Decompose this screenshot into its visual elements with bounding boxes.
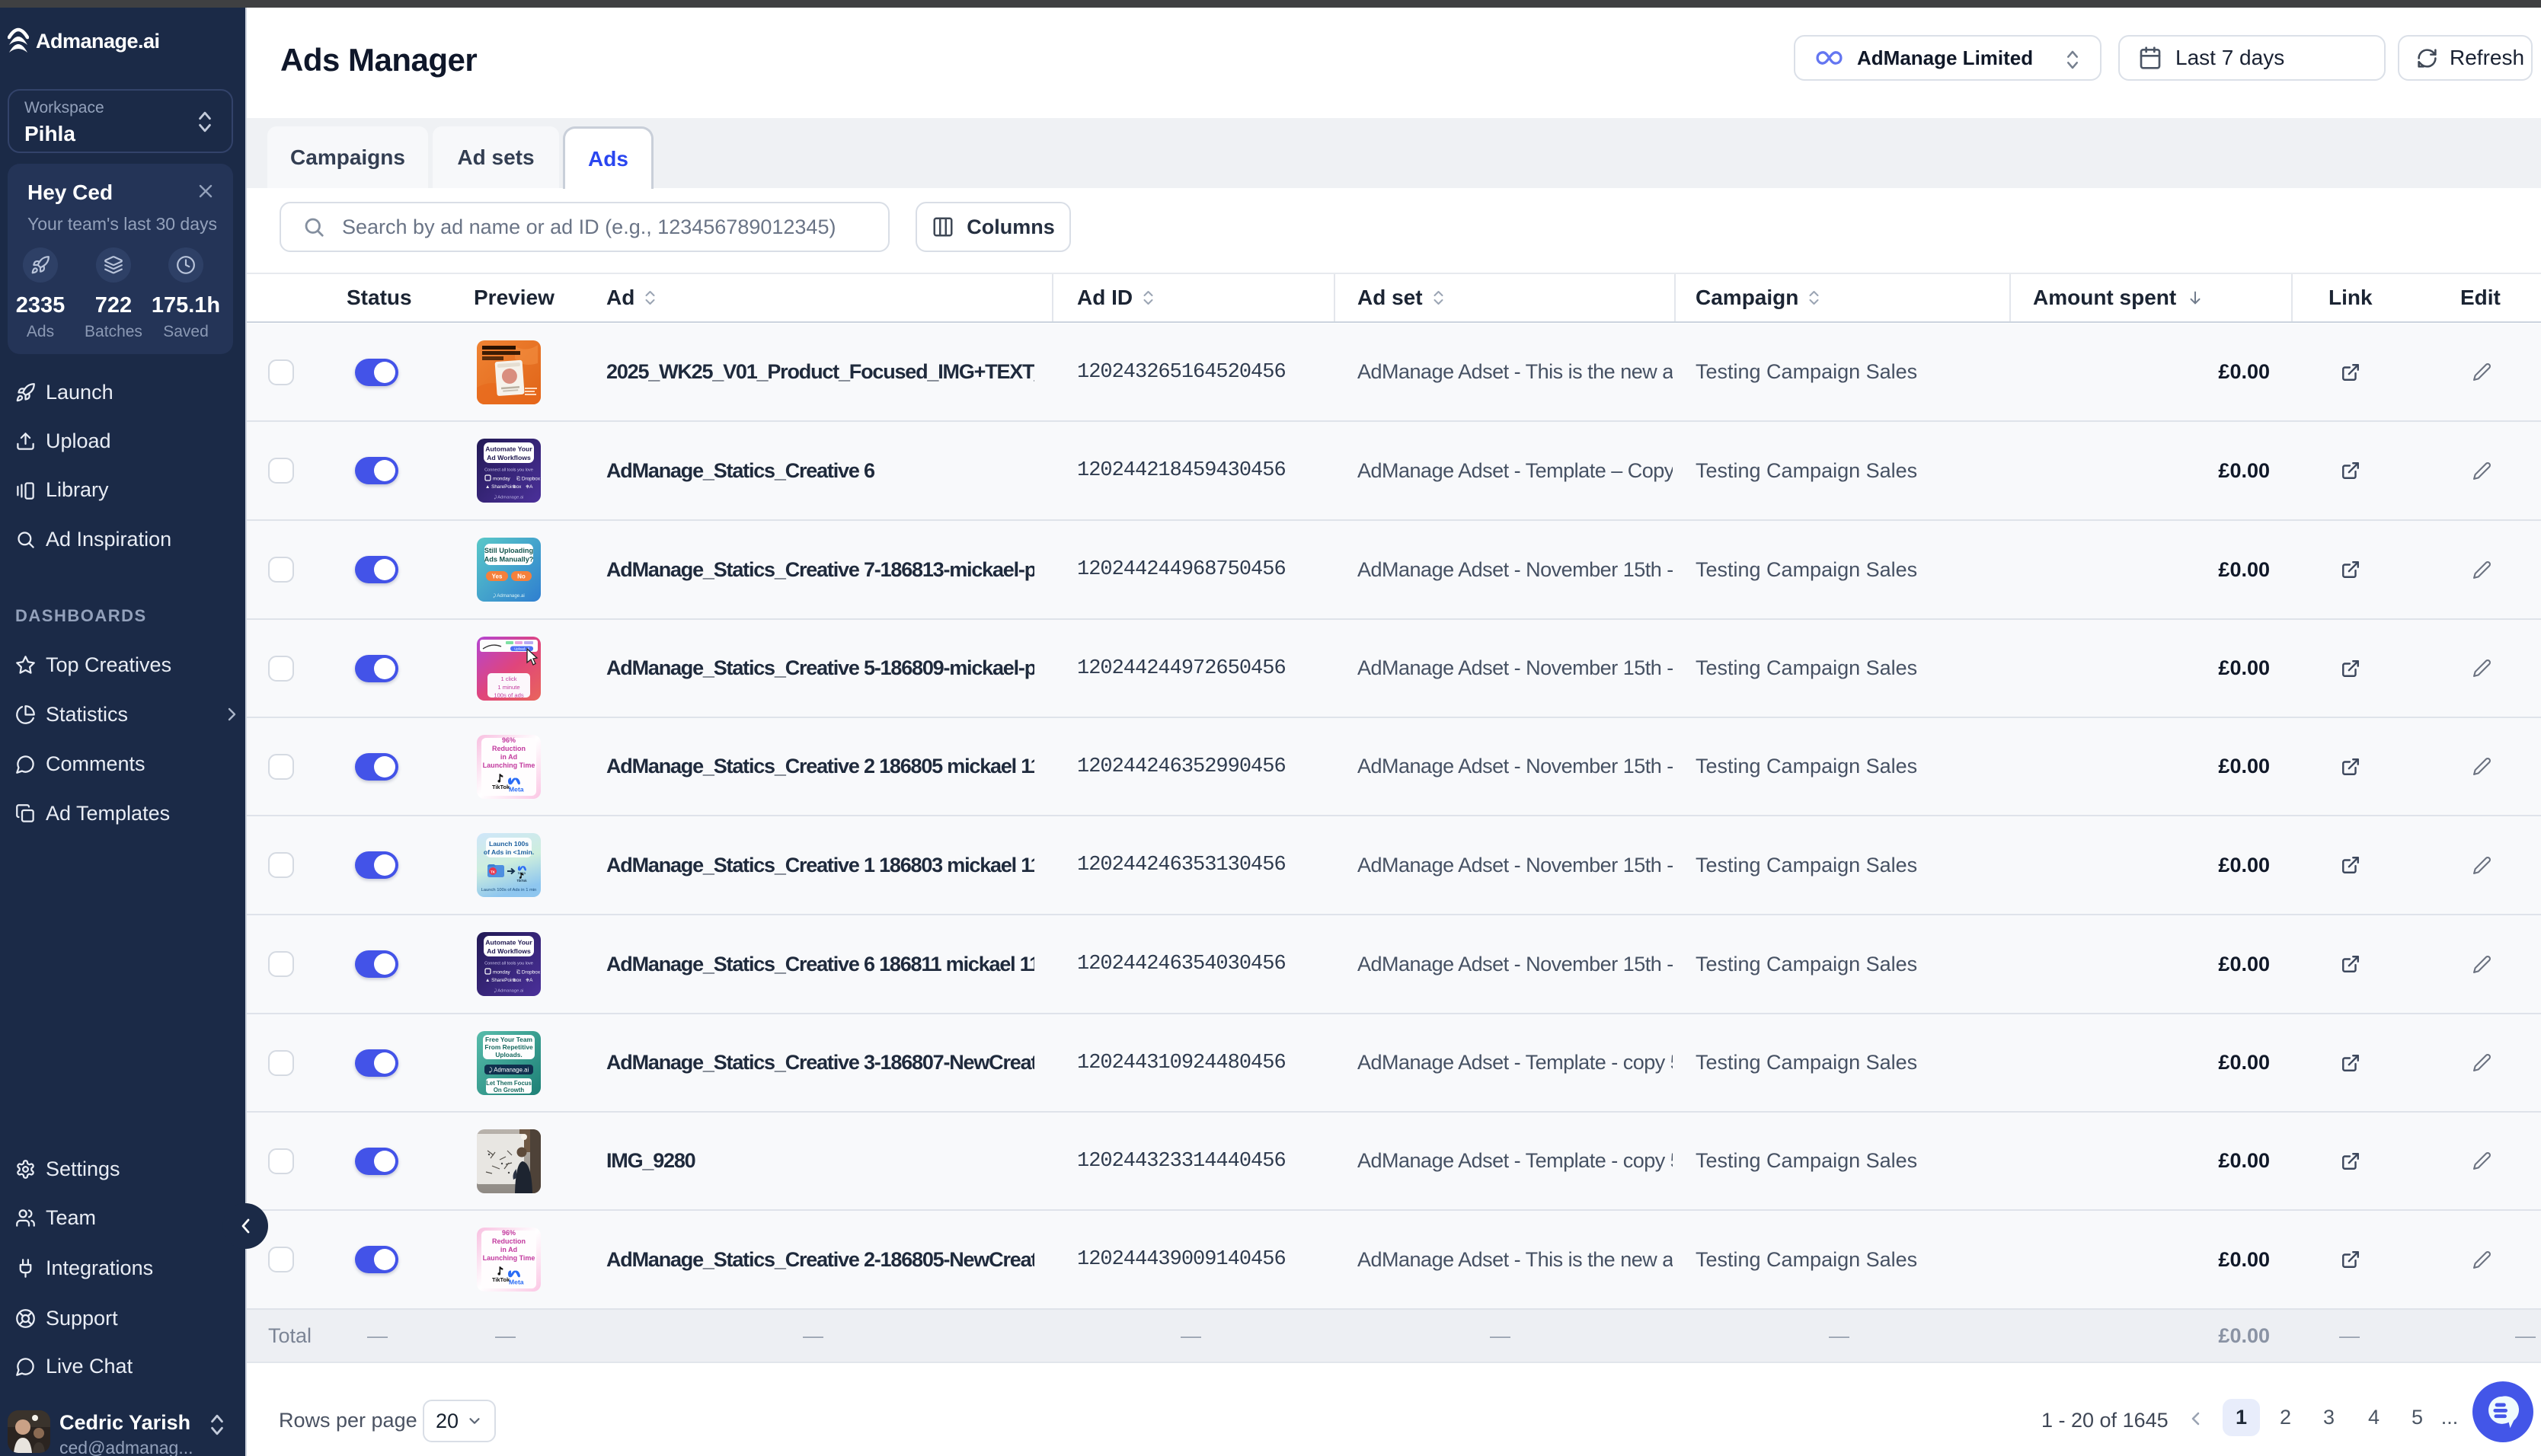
svg-text:Automate Your: Automate Your bbox=[485, 445, 532, 453]
svg-text:⤸ Admanage.ai: ⤸ Admanage.ai bbox=[494, 495, 524, 500]
svg-text:⤸ Admanage.ai: ⤸ Admanage.ai bbox=[493, 593, 525, 599]
svg-text:Meta: Meta bbox=[509, 1279, 524, 1286]
svg-text:⎈A: ⎈A bbox=[526, 978, 533, 983]
svg-text:▲ SharePoint: ▲ SharePoint bbox=[485, 978, 516, 983]
svg-text:Connect all tools you love: Connect all tools you love bbox=[484, 468, 533, 473]
svg-text:⎈A: ⎈A bbox=[526, 484, 533, 490]
svg-text:monday: monday bbox=[493, 970, 511, 975]
svg-text:On Growth: On Growth bbox=[494, 1087, 525, 1094]
svg-text:of Ads in <1min.: of Ads in <1min. bbox=[484, 848, 534, 856]
svg-text:Launch 100s of Ads in 1 min: Launch 100s of Ads in 1 min bbox=[481, 888, 537, 892]
svg-text:⤸ Admanage.ai: ⤸ Admanage.ai bbox=[489, 1066, 529, 1073]
svg-text:96%: 96% bbox=[502, 1229, 516, 1237]
svg-text:Reduction: Reduction bbox=[492, 1237, 526, 1245]
svg-text:Ad Workflows: Ad Workflows bbox=[487, 947, 531, 955]
svg-text:⎗ Dropbox: ⎗ Dropbox bbox=[516, 477, 541, 482]
svg-text:monday: monday bbox=[493, 477, 511, 482]
svg-text:box: box bbox=[513, 978, 522, 983]
svg-text:1 minute: 1 minute bbox=[497, 684, 519, 691]
svg-text:TK: TK bbox=[491, 870, 496, 874]
svg-text:Launching Time: Launching Time bbox=[483, 1254, 535, 1262]
svg-text:1 click: 1 click bbox=[500, 675, 516, 682]
svg-text:100s of ads: 100s of ads bbox=[494, 691, 523, 698]
svg-text:in Ad: in Ad bbox=[500, 753, 517, 761]
svg-text:Ad Workflows: Ad Workflows bbox=[487, 454, 531, 461]
svg-text:Reduction: Reduction bbox=[492, 745, 526, 752]
svg-text:TikTok: TikTok bbox=[492, 1276, 510, 1283]
svg-text:Free Your Team: Free Your Team bbox=[485, 1036, 532, 1043]
svg-text:in Ad: in Ad bbox=[500, 1246, 517, 1253]
svg-text:Let Them Focus: Let Them Focus bbox=[486, 1080, 532, 1087]
svg-text:From Repetitive: From Repetitive bbox=[484, 1043, 533, 1051]
svg-text:Launching Time: Launching Time bbox=[483, 762, 535, 769]
svg-text:Ads Manually?: Ads Manually? bbox=[484, 556, 534, 564]
svg-text:96%: 96% bbox=[502, 736, 516, 744]
svg-text:Automate Your: Automate Your bbox=[485, 939, 532, 947]
svg-text:TikTok: TikTok bbox=[516, 879, 527, 883]
svg-text:No: No bbox=[517, 573, 526, 580]
svg-text:Still Uploading: Still Uploading bbox=[484, 547, 533, 554]
svg-text:TikTok: TikTok bbox=[492, 784, 510, 790]
svg-text:Meta: Meta bbox=[509, 785, 524, 793]
svg-text:⤸ Admanage.ai: ⤸ Admanage.ai bbox=[494, 988, 524, 994]
svg-text:Yes: Yes bbox=[492, 573, 503, 580]
svg-text:Connect all tools you love: Connect all tools you love bbox=[484, 962, 533, 966]
svg-text:box: box bbox=[513, 484, 522, 490]
svg-text:⎗ Dropbox: ⎗ Dropbox bbox=[516, 970, 541, 975]
svg-text:Uploads.: Uploads. bbox=[495, 1051, 522, 1058]
svg-text:Launch 100s: Launch 100s bbox=[489, 840, 529, 848]
svg-text:▲ SharePoint: ▲ SharePoint bbox=[485, 484, 516, 490]
